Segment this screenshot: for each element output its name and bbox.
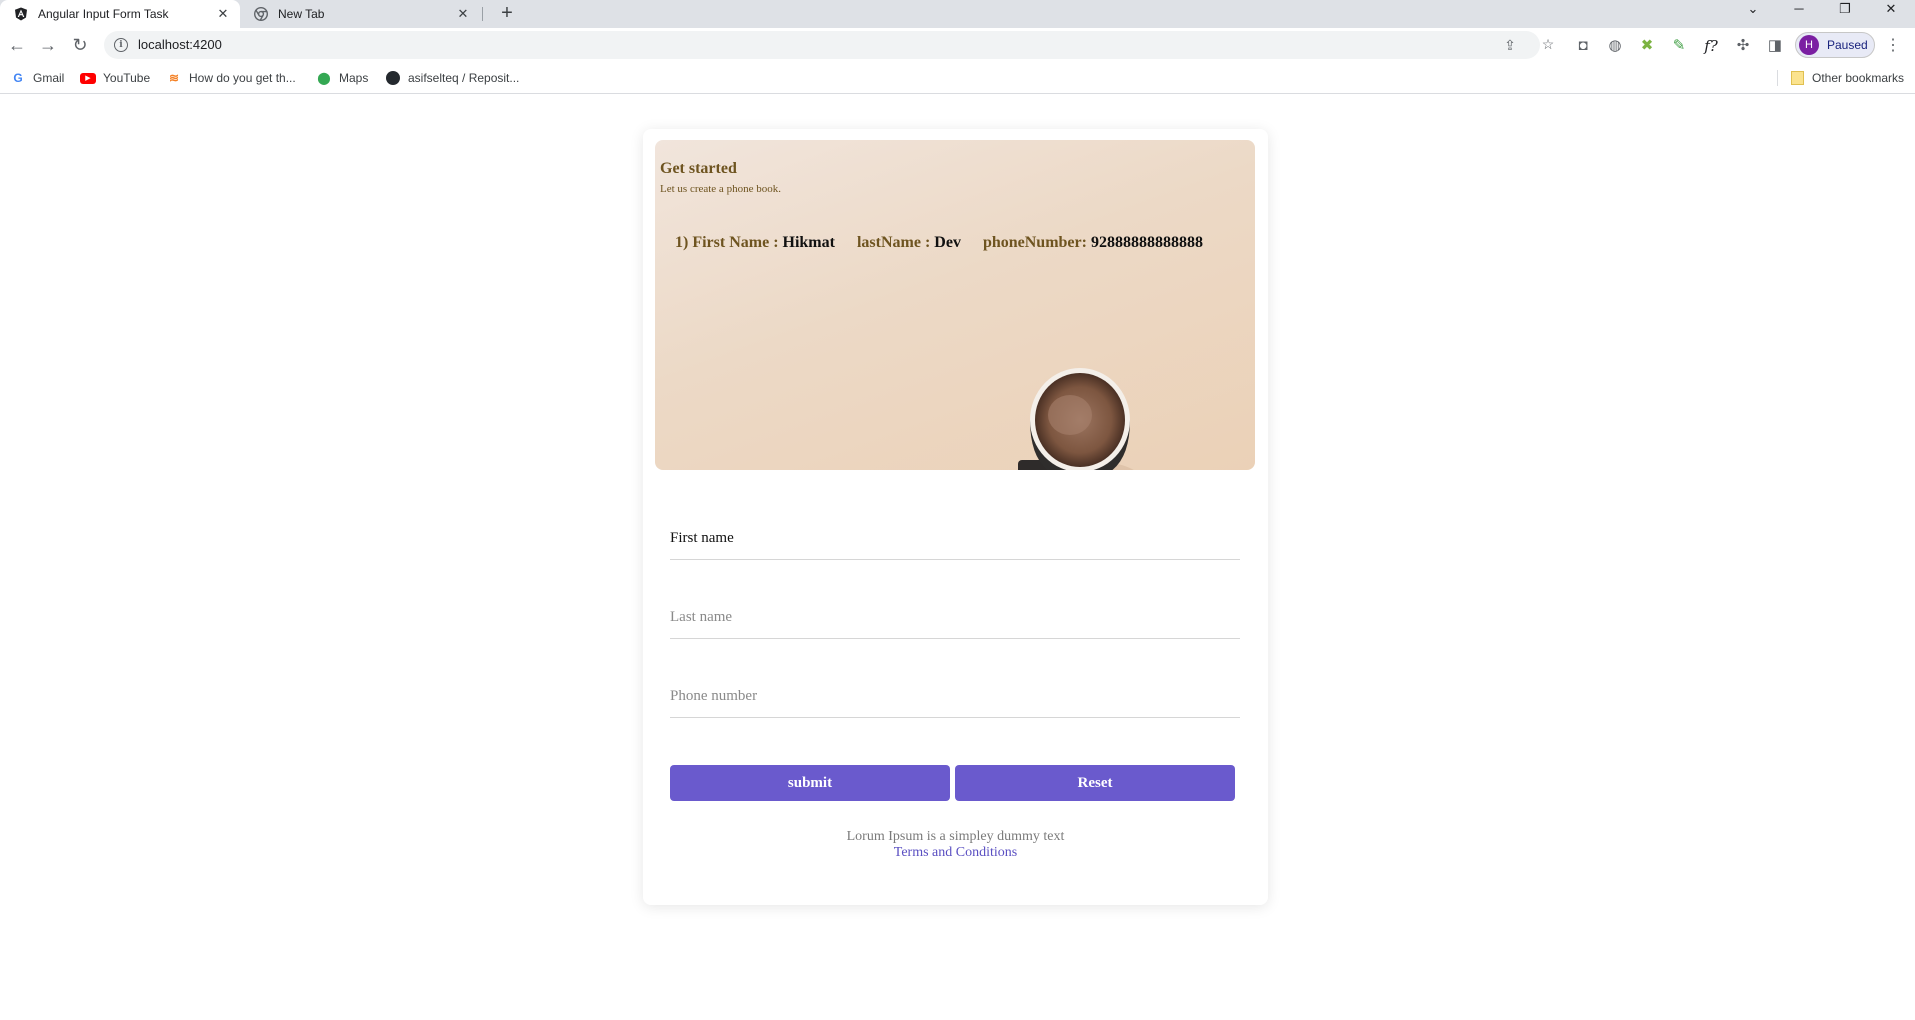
- tab-new-tab[interactable]: New Tab ✕: [240, 0, 480, 28]
- profile-status: Paused: [1827, 38, 1868, 52]
- browser-toolbar: ← → ↻ i localhost:4200 ⇪ ☆ ◘ ◍ ✖ ✎ f? ✣ …: [0, 28, 1915, 62]
- phone-number-input[interactable]: [670, 677, 1240, 715]
- phone-number-field[interactable]: [670, 677, 1240, 718]
- bookmark-maps[interactable]: ⬤ Maps: [316, 69, 368, 87]
- bookmark-star-icon[interactable]: ☆: [1540, 36, 1556, 52]
- new-tab-plus-icon[interactable]: +: [494, 1, 520, 27]
- submit-button[interactable]: submit: [670, 765, 950, 801]
- tab-title: New Tab: [278, 7, 325, 21]
- close-icon[interactable]: ✕: [456, 7, 470, 21]
- bookmark-label: Gmail: [33, 71, 65, 85]
- entry-phone: 92888888888888: [1090, 234, 1203, 251]
- reload-icon[interactable]: ↻: [67, 32, 93, 58]
- youtube-icon: ▶: [80, 70, 96, 86]
- share-icon[interactable]: ⇪: [1502, 37, 1518, 53]
- function-extension-icon[interactable]: f?: [1702, 37, 1720, 55]
- screenshot-camera-icon[interactable]: ◘: [1574, 37, 1592, 55]
- bookmark-youtube[interactable]: ▶ YouTube: [80, 69, 150, 87]
- gmail-icon: G: [13, 71, 23, 85]
- bookmarks-divider: [1777, 70, 1778, 86]
- entry-last-name-label: lastName :: [856, 234, 931, 251]
- coffee-mug-image: [1018, 368, 1134, 470]
- bookmark-label: asifselteq / Reposit...: [408, 71, 520, 85]
- window-close-icon[interactable]: ✕: [1874, 0, 1908, 20]
- puzzle-extensions-icon[interactable]: ✣: [1734, 37, 1752, 55]
- tab-strip: Angular Input Form Task ✕ New Tab ✕ + ⌄ …: [0, 0, 1915, 28]
- entry-index-label: 1) First Name :: [675, 234, 779, 251]
- tab-angular-input-form[interactable]: Angular Input Form Task ✕: [0, 0, 240, 28]
- avatar: H: [1799, 35, 1819, 55]
- first-name-input[interactable]: [670, 519, 1240, 557]
- bookmark-label: Maps: [339, 71, 369, 85]
- tools-extension-icon[interactable]: ✖: [1638, 37, 1656, 55]
- hero-subtitle: Let us create a phone book.: [660, 183, 781, 195]
- browser-menu-icon[interactable]: ⋮: [1884, 37, 1902, 55]
- github-icon: [385, 70, 401, 86]
- bookmark-stackoverflow[interactable]: ≋ How do you get th...: [166, 69, 296, 87]
- close-icon[interactable]: ✕: [216, 7, 230, 21]
- bookmark-label: Other bookmarks: [1812, 71, 1905, 85]
- folder-icon: [1789, 70, 1805, 86]
- side-panel-icon[interactable]: ◨: [1766, 37, 1784, 55]
- chrome-icon: [254, 7, 268, 21]
- restore-icon[interactable]: ❐: [1828, 0, 1862, 20]
- entry-last-name: Dev: [934, 234, 961, 251]
- bookmarks-bar: G Gmail ▶ YouTube ≋ How do you get th...…: [0, 62, 1915, 94]
- stackoverflow-icon: ≋: [168, 71, 180, 85]
- pen-extension-icon[interactable]: ✎: [1670, 37, 1688, 55]
- phone-book-entry: 1) First Name : Hikmat lastName : Dev ph…: [675, 234, 1203, 252]
- last-name-field[interactable]: [670, 598, 1240, 639]
- info-icon[interactable]: i: [114, 38, 128, 52]
- maps-icon: ⬤: [317, 71, 331, 85]
- phone-book-card: Get started Let us create a phone book. …: [643, 129, 1268, 905]
- bookmark-github[interactable]: asifselteq / Reposit...: [385, 69, 519, 87]
- bookmark-gmail[interactable]: G Gmail: [10, 69, 64, 87]
- entry-phone-label: phoneNumber:: [982, 234, 1087, 251]
- forward-arrow-icon[interactable]: →: [35, 32, 61, 58]
- other-bookmarks-folder[interactable]: Other bookmarks: [1789, 69, 1904, 87]
- bookmark-label: How do you get th...: [189, 71, 296, 85]
- last-name-input[interactable]: [670, 598, 1240, 636]
- tab-search-chevron-icon[interactable]: ⌄: [1736, 0, 1770, 20]
- globe-icon[interactable]: ◍: [1606, 37, 1624, 55]
- tab-title: Angular Input Form Task: [38, 7, 169, 21]
- profile-button[interactable]: H Paused: [1795, 32, 1875, 58]
- back-arrow-icon[interactable]: ←: [4, 32, 30, 58]
- hero-banner: Get started Let us create a phone book. …: [655, 140, 1255, 470]
- first-name-field[interactable]: [670, 519, 1240, 560]
- entry-first-name: Hikmat: [782, 234, 835, 251]
- address-bar[interactable]: i localhost:4200 ⇪ ☆: [104, 31, 1554, 59]
- terms-link[interactable]: Terms and Conditions: [643, 845, 1268, 861]
- hero-title: Get started: [660, 160, 737, 177]
- footer-text: Lorum Ipsum is a simpley dummy text: [846, 829, 1065, 844]
- angular-icon: [14, 7, 28, 21]
- bookmark-label: YouTube: [103, 71, 151, 85]
- reset-button[interactable]: Reset: [955, 765, 1235, 801]
- url-text[interactable]: localhost:4200: [138, 37, 222, 52]
- tab-divider: [482, 7, 483, 21]
- minimize-icon[interactable]: ─: [1782, 0, 1816, 20]
